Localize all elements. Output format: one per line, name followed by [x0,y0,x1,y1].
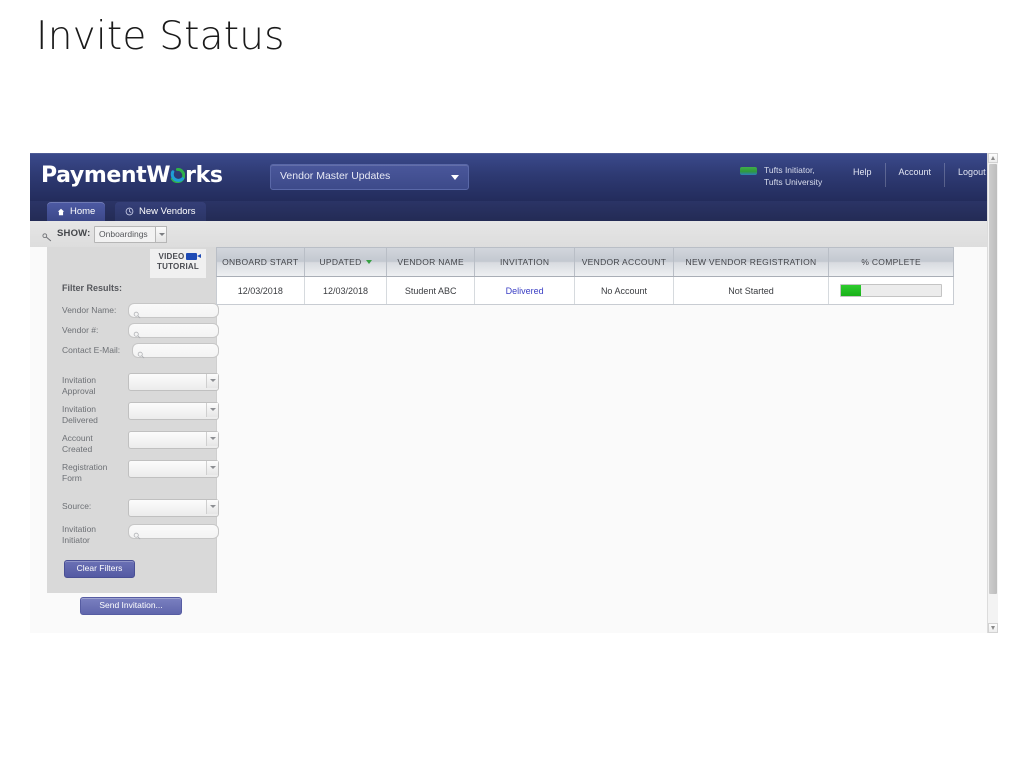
vertical-scrollbar[interactable] [987,153,998,633]
scroll-down-arrow-icon[interactable] [988,623,998,633]
sort-desc-icon [365,260,372,264]
vendor-number-label: Vendor #: [62,325,99,335]
paymentworks-swirl-icon [170,168,186,183]
clock-icon [125,207,134,216]
show-bar: SHOW: Onboardings [30,221,990,248]
account-link[interactable]: Account [884,163,945,187]
tab-home[interactable]: Home [47,202,106,221]
chevron-down-icon [206,461,218,475]
cell-onboard-start: 12/03/2018 [217,277,305,304]
contact-email-input[interactable] [132,343,219,359]
cell-vendor-name: Student ABC [387,277,476,304]
paymentworks-logo: PaymentW rks [41,163,223,188]
video-tutorial-line2: TUTORIAL [157,262,199,271]
body-area: VIDEO TUTORIAL Filter Results: Vendor Na… [30,247,990,633]
contact-email-label: Contact E-Mail: [62,345,121,355]
search-icon [133,306,141,324]
scroll-up-arrow-icon[interactable] [988,153,998,163]
onboardings-table: ONBOARD START UPDATED VENDOR NAME INVITA… [216,247,954,305]
registration-form-select[interactable] [128,460,219,478]
show-select[interactable]: Onboardings [94,226,167,243]
video-tutorial-button[interactable]: VIDEO TUTORIAL [150,249,206,278]
column-invitation[interactable]: INVITATION [475,248,576,276]
progress-bar-fill [841,285,862,296]
column-vendor-account[interactable]: VENDOR ACCOUNT [575,248,674,276]
video-tutorial-line1: VIDEO [150,252,206,262]
header-links: Help Account Logout [840,163,998,187]
home-icon [57,208,65,216]
column-onboard-start[interactable]: ONBOARD START [217,248,305,276]
logo-text-before: PaymentW [41,163,171,188]
slide-canvas: Invite Status PaymentW rks Vendor Master… [0,0,1024,768]
show-label: SHOW: [57,228,91,239]
filter-icon [42,229,53,247]
application-screenshot: PaymentW rks Vendor Master Updates Tufts… [30,153,998,633]
vendor-number-input[interactable] [128,323,219,339]
cell-new-vendor-registration: Not Started [674,277,830,304]
vendor-name-input[interactable] [128,303,219,319]
tab-new-vendors[interactable]: New Vendors [115,202,206,221]
video-camera-icon [186,253,202,260]
chevron-down-icon [206,432,218,446]
column-vendor-name[interactable]: VENDOR NAME [387,248,476,276]
chevron-down-icon [451,175,459,180]
clear-filters-button[interactable]: Clear Filters [64,560,135,578]
search-icon [137,346,145,364]
account-created-label: Account Created [62,433,93,454]
cell-vendor-account: No Account [575,277,674,304]
column-updated[interactable]: UPDATED [305,248,388,276]
source-select[interactable] [128,499,219,517]
help-link[interactable]: Help [840,163,885,187]
cell-invitation-status[interactable]: Delivered [475,277,576,304]
user-org: Tufts University [764,177,823,187]
tab-new-vendors-label: New Vendors [139,206,196,217]
table-row[interactable]: 12/03/2018 12/03/2018 Student ABC Delive… [216,277,954,305]
context-select-value: Vendor Master Updates [280,170,391,182]
filter-results-title: Filter Results: [62,283,123,293]
app-header: PaymentW rks Vendor Master Updates Tufts… [30,153,990,201]
search-icon [133,527,141,545]
cell-percent-complete [829,277,953,304]
invitation-initiator-label: Invitation Initiator [62,524,97,545]
page-title: Invite Status [36,14,285,59]
account-created-select[interactable] [128,431,219,449]
registration-form-label: Registration Form [62,462,108,483]
vendor-name-label: Vendor Name: [62,305,117,315]
context-select[interactable]: Vendor Master Updates [270,164,469,190]
tab-bar: Home New Vendors [30,201,990,222]
column-new-vendor-registration[interactable]: NEW VENDOR REGISTRATION [674,248,830,276]
invitation-delivered-select[interactable] [128,402,219,420]
user-bar-icon [740,167,757,175]
scrollbar-thumb[interactable] [989,164,997,594]
filter-panel: VIDEO TUTORIAL Filter Results: Vendor Na… [47,247,219,593]
column-updated-label: UPDATED [319,257,362,267]
invitation-approval-select[interactable] [128,373,219,391]
logo-text-after: rks [185,163,223,188]
chevron-down-icon [206,500,218,514]
cell-updated: 12/03/2018 [305,277,388,304]
invitation-approval-label: Invitation Approval [62,375,97,396]
progress-bar [840,284,943,297]
source-label: Source: [62,501,92,511]
user-name: Tufts Initiator, [764,165,815,175]
chevron-down-icon [206,374,218,388]
user-info[interactable]: Tufts Initiator, Tufts University [740,163,835,193]
search-icon [133,326,141,344]
chevron-down-icon [155,226,167,243]
invitation-delivered-label: Invitation Delivered [62,404,98,425]
invitation-initiator-input[interactable] [128,524,219,540]
chevron-down-icon [206,403,218,417]
show-select-value: Onboardings [99,229,148,239]
table-header-row: ONBOARD START UPDATED VENDOR NAME INVITA… [216,247,954,277]
send-invitation-button[interactable]: Send Invitation... [80,597,182,615]
tab-home-label: Home [70,206,96,217]
column-percent-complete[interactable]: % COMPLETE [829,248,953,276]
